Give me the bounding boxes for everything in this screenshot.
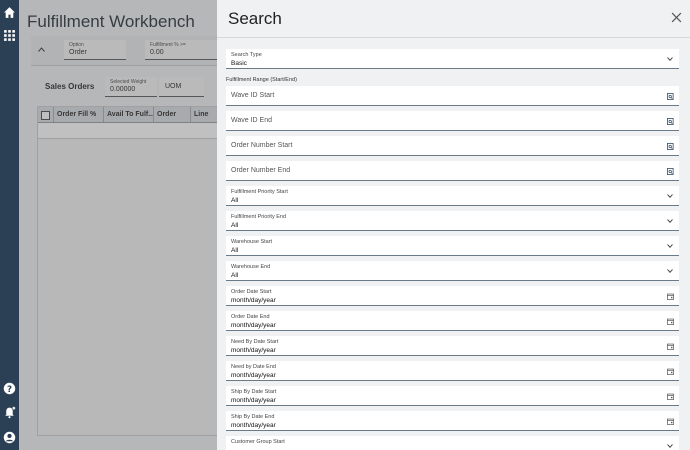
calendar-icon[interactable] xyxy=(667,343,674,350)
chevron-down-icon xyxy=(667,219,673,223)
left-navigation-rail: ? xyxy=(0,0,19,450)
calendar-icon[interactable] xyxy=(667,293,674,300)
search-type-select[interactable]: Search Type Basic xyxy=(226,49,679,69)
search-lookup-icon[interactable] xyxy=(667,168,674,175)
chevron-down-icon xyxy=(667,194,673,198)
chevron-down-icon xyxy=(667,444,673,448)
fulfillment-priority-start-select[interactable]: Fulfillment Priority Start All xyxy=(226,186,679,206)
warehouse-end-select[interactable]: Warehouse End All xyxy=(226,261,679,281)
order-number-start-input[interactable]: Order Number Start xyxy=(226,136,679,156)
need-by-date-end-input[interactable]: Need by Date End month/day/year xyxy=(226,361,679,381)
help-icon[interactable]: ? xyxy=(3,382,16,395)
home-icon[interactable] xyxy=(3,6,16,19)
user-account-icon[interactable] xyxy=(3,431,16,444)
search-lookup-icon[interactable] xyxy=(667,143,674,150)
calendar-icon[interactable] xyxy=(667,318,674,325)
customer-group-start-select[interactable]: Customer Group Start xyxy=(226,436,679,450)
calendar-icon[interactable] xyxy=(667,368,674,375)
fulfillment-priority-end-select[interactable]: Fulfillment Priority End All xyxy=(226,211,679,231)
wave-id-end-input[interactable]: Wave ID End xyxy=(226,111,679,131)
ship-by-date-end-input[interactable]: Ship By Date End month/day/year xyxy=(226,411,679,431)
wave-id-start-input[interactable]: Wave ID Start xyxy=(226,86,679,106)
order-date-end-input[interactable]: Order Date End month/day/year xyxy=(226,311,679,331)
ship-by-date-start-input[interactable]: Ship By Date Start month/day/year xyxy=(226,386,679,406)
search-panel-title: Search xyxy=(228,9,282,28)
search-fields: Search Type Basic Fulfillment Range (Sta… xyxy=(226,49,679,450)
need-by-date-start-input[interactable]: Need By Date Start month/day/year xyxy=(226,336,679,356)
notification-bell-icon[interactable] xyxy=(3,406,16,419)
svg-text:?: ? xyxy=(7,385,12,395)
chevron-down-icon xyxy=(667,269,673,273)
fulfillment-range-label: Fulfillment Range (Start/End) xyxy=(226,77,297,83)
search-panel: Search Search Type Basic Fulfillment Ran… xyxy=(217,0,690,450)
warehouse-start-select[interactable]: Warehouse Start All xyxy=(226,236,679,256)
search-lookup-icon[interactable] xyxy=(667,118,674,125)
calendar-icon[interactable] xyxy=(667,393,674,400)
modal-overlay[interactable] xyxy=(19,0,217,450)
chevron-down-icon xyxy=(667,244,673,248)
calendar-icon[interactable] xyxy=(667,418,674,425)
chevron-down-icon xyxy=(667,57,673,61)
search-panel-header: Search xyxy=(217,0,690,38)
search-lookup-icon[interactable] xyxy=(667,93,674,100)
apps-grid-icon[interactable] xyxy=(3,29,16,42)
close-icon[interactable] xyxy=(671,12,682,23)
order-date-start-input[interactable]: Order Date Start month/day/year xyxy=(226,286,679,306)
order-number-end-input[interactable]: Order Number End xyxy=(226,161,679,181)
